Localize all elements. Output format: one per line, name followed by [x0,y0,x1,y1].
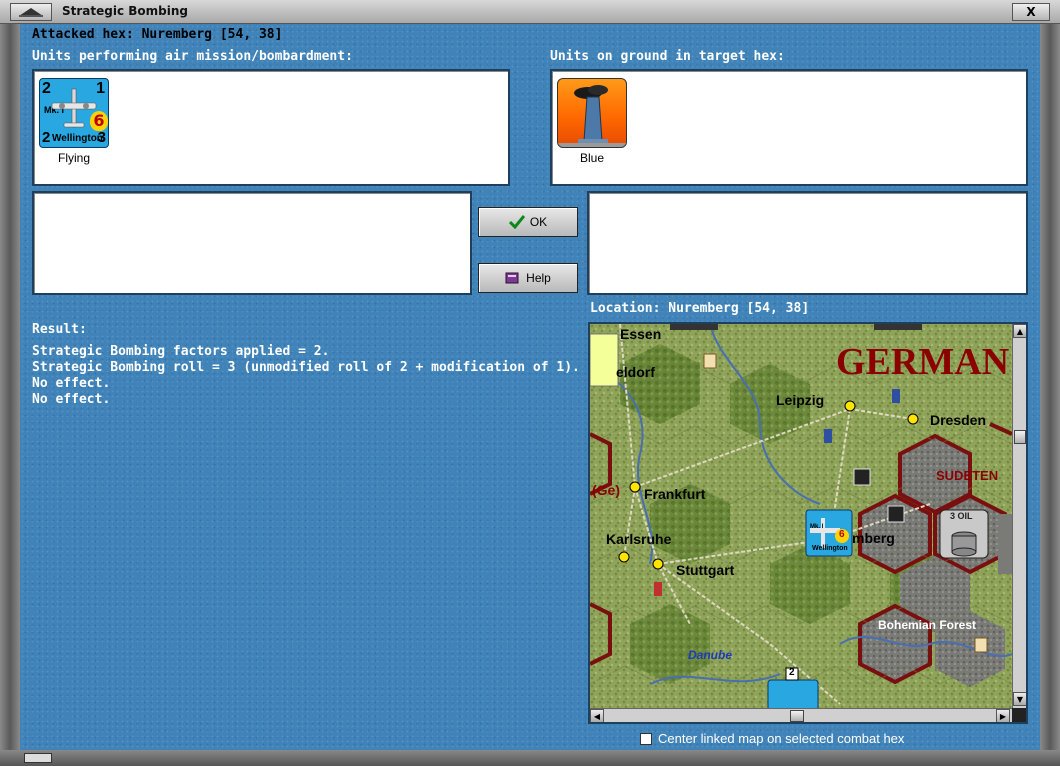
map-stack-count: 2 [789,667,795,678]
defender-message-panel [587,191,1028,295]
strategic-bombing-window: Strategic Bombing X Attacked hex: Nuremb… [0,0,1060,766]
unit-range-badge: 6 [90,111,108,131]
map-label-germany: GERMAN [836,341,1010,383]
offscreen-counter-edge [670,324,718,330]
window-title: Strategic Bombing [62,4,188,18]
result-line: No effect. [32,376,111,391]
map-label-dresden: Dresden [930,412,987,428]
help-book-icon [505,272,519,284]
map-label-ge: (Ge) [592,482,620,498]
location-map[interactable]: Essen eldorf GERMAN Leipzig Dresden SUDE… [588,322,1028,724]
horizontal-scroll-thumb[interactable] [790,710,804,722]
map-label-danube: Danube [688,648,733,662]
map-label-nuremberg: mberg [852,530,895,546]
attacker-message-panel [32,191,472,295]
map-label-essen: Essen [620,326,662,342]
attacker-unit-name: Flying [57,151,90,165]
scroll-right-button[interactable]: ▶ [996,709,1010,722]
smokestack-icon [558,85,626,147]
defender-unit-name: Blue [579,151,605,165]
help-label: Help [526,271,551,285]
map-label-karlsruhe: Karlsruhe [606,531,672,547]
ok-label: OK [529,215,548,229]
factory-target-counter[interactable] [557,78,627,148]
map-oil-value: 3 OIL [950,511,973,521]
unit-bottom-left-value: 2 [42,129,51,146]
arrow-right-icon: ▶ [999,711,1007,721]
map-unit-badge: 6 [839,529,845,540]
left-frame [0,24,20,750]
offscreen-counter-edge [874,324,922,330]
resize-grip[interactable] [24,753,52,763]
scroll-down-button[interactable]: ▼ [1013,692,1026,706]
map-label-frankfurt: Frankfurt [644,486,706,502]
center-map-option[interactable]: Center linked map on selected combat hex [640,731,904,746]
help-button[interactable]: Help [478,263,578,293]
scroll-left-button[interactable]: ◀ [590,709,604,722]
unit-bottom-right-value: 3 [97,129,106,146]
map-label-stuttgart: Stuttgart [676,562,735,578]
result-line: No effect. [32,392,111,407]
dialog-content: Attacked hex: Nuremberg [54, 38] Units p… [20,24,1040,750]
arrow-left-icon: ◀ [593,711,601,721]
sudeten-region-text-layer [998,514,1012,574]
center-map-label[interactable]: Center linked map on selected combat hex [658,731,904,746]
map-unit-mark: Mk. I [810,524,824,530]
window-menu-icon [19,8,43,17]
ok-button[interactable]: OK [478,207,578,237]
stacked-unit-counter[interactable] [590,333,619,387]
map-unit-type: Wellington [812,545,848,552]
map-label-leipzig: Leipzig [776,392,825,408]
result-line: Strategic Bombing roll = 3 (unmodified r… [32,360,580,375]
arrow-up-icon: ▲ [1016,326,1024,336]
attacker-unit[interactable]: 2 1 Mk. I 6 2 Wellington 3 Flying [38,78,110,165]
result-heading: Result: [32,322,87,337]
map-label-sudeten: SUDETEN [936,468,999,483]
map-vertical-scrollbar[interactable]: ▲ ▼ [1012,324,1026,708]
defenders-heading: Units on ground in target hex: [550,49,785,64]
right-frame [1040,24,1060,750]
attackers-heading: Units performing air mission/bombardment… [32,49,353,64]
map-label-bohemian-forest: Bohemian Forest [878,618,977,632]
attackers-panel: 2 1 Mk. I 6 2 Wellington 3 Flying [32,69,510,186]
close-button[interactable]: X [1012,3,1050,21]
arrow-down-icon: ▼ [1016,694,1024,704]
close-icon: X [1026,5,1036,19]
vertical-scroll-thumb[interactable] [1014,430,1026,444]
scroll-up-button[interactable]: ▲ [1013,324,1026,338]
defenders-panel: Blue [550,69,1028,186]
checkmark-icon [508,215,525,229]
title-bar[interactable]: Strategic Bombing X [0,0,1060,24]
center-map-checkbox[interactable] [640,732,652,745]
defender-unit[interactable]: Blue [556,78,628,165]
map-label-duesseldorf: eldorf [616,364,655,380]
result-section: Result: Strategic Bombing factors applie… [32,322,580,408]
map-viewport[interactable]: Essen eldorf GERMAN Leipzig Dresden SUDE… [590,324,1012,708]
unit-type: Wellington [52,133,103,144]
bottom-frame [0,750,1060,766]
wellington-unit-counter[interactable]: 2 1 Mk. I 6 2 Wellington 3 [39,78,109,148]
window-menu-button[interactable] [10,3,52,21]
location-heading: Location: Nuremberg [54, 38] [590,301,810,316]
attacked-hex-label: Attacked hex: Nuremberg [54, 38] [32,27,283,42]
map-horizontal-scrollbar[interactable]: ◀ ▶ [590,708,1012,722]
result-line: Strategic Bombing factors applied = 2. [32,344,330,359]
